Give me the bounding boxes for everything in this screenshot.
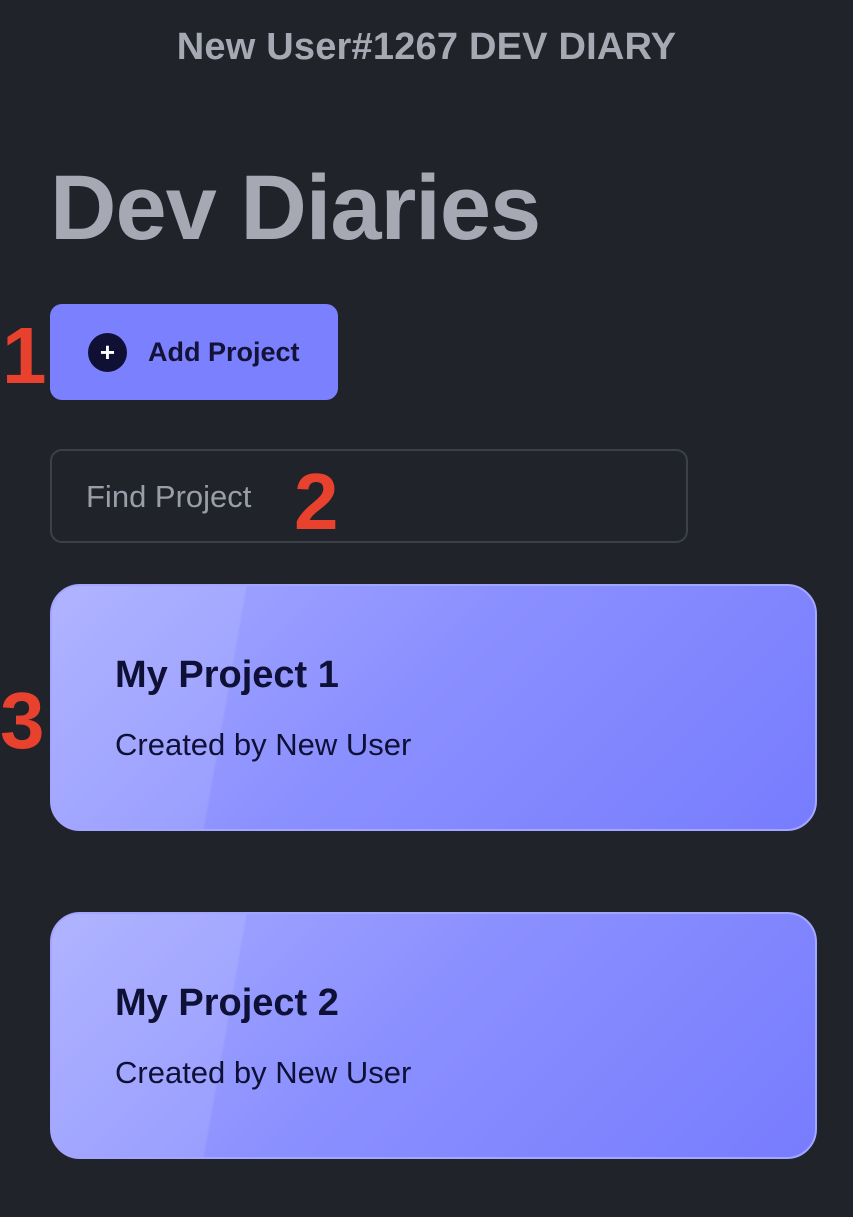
plus-circle-icon: + [88,332,127,372]
page-title: Dev Diaries [50,157,541,259]
add-project-label: Add Project [148,336,300,367]
project-title: My Project 1 [115,654,339,696]
find-project-input[interactable] [84,451,648,543]
project-card-1[interactable]: My Project 1 Created by New User [50,584,817,831]
annotation-marker-3: 3 [0,676,45,765]
project-creator: Created by New User [115,727,412,762]
add-project-button[interactable]: + Add Project [50,304,338,400]
annotation-marker-1: 1 [2,311,47,400]
app-title: New User#1267 DEV DIARY [176,26,677,68]
find-project-field [50,449,688,543]
annotation-marker-2: 2 [294,457,339,546]
project-title: My Project 2 [115,982,339,1024]
project-card-2[interactable]: My Project 2 Created by New User [50,912,817,1159]
project-creator: Created by New User [115,1055,412,1090]
card-sheen [52,586,815,829]
card-sheen [52,914,815,1157]
